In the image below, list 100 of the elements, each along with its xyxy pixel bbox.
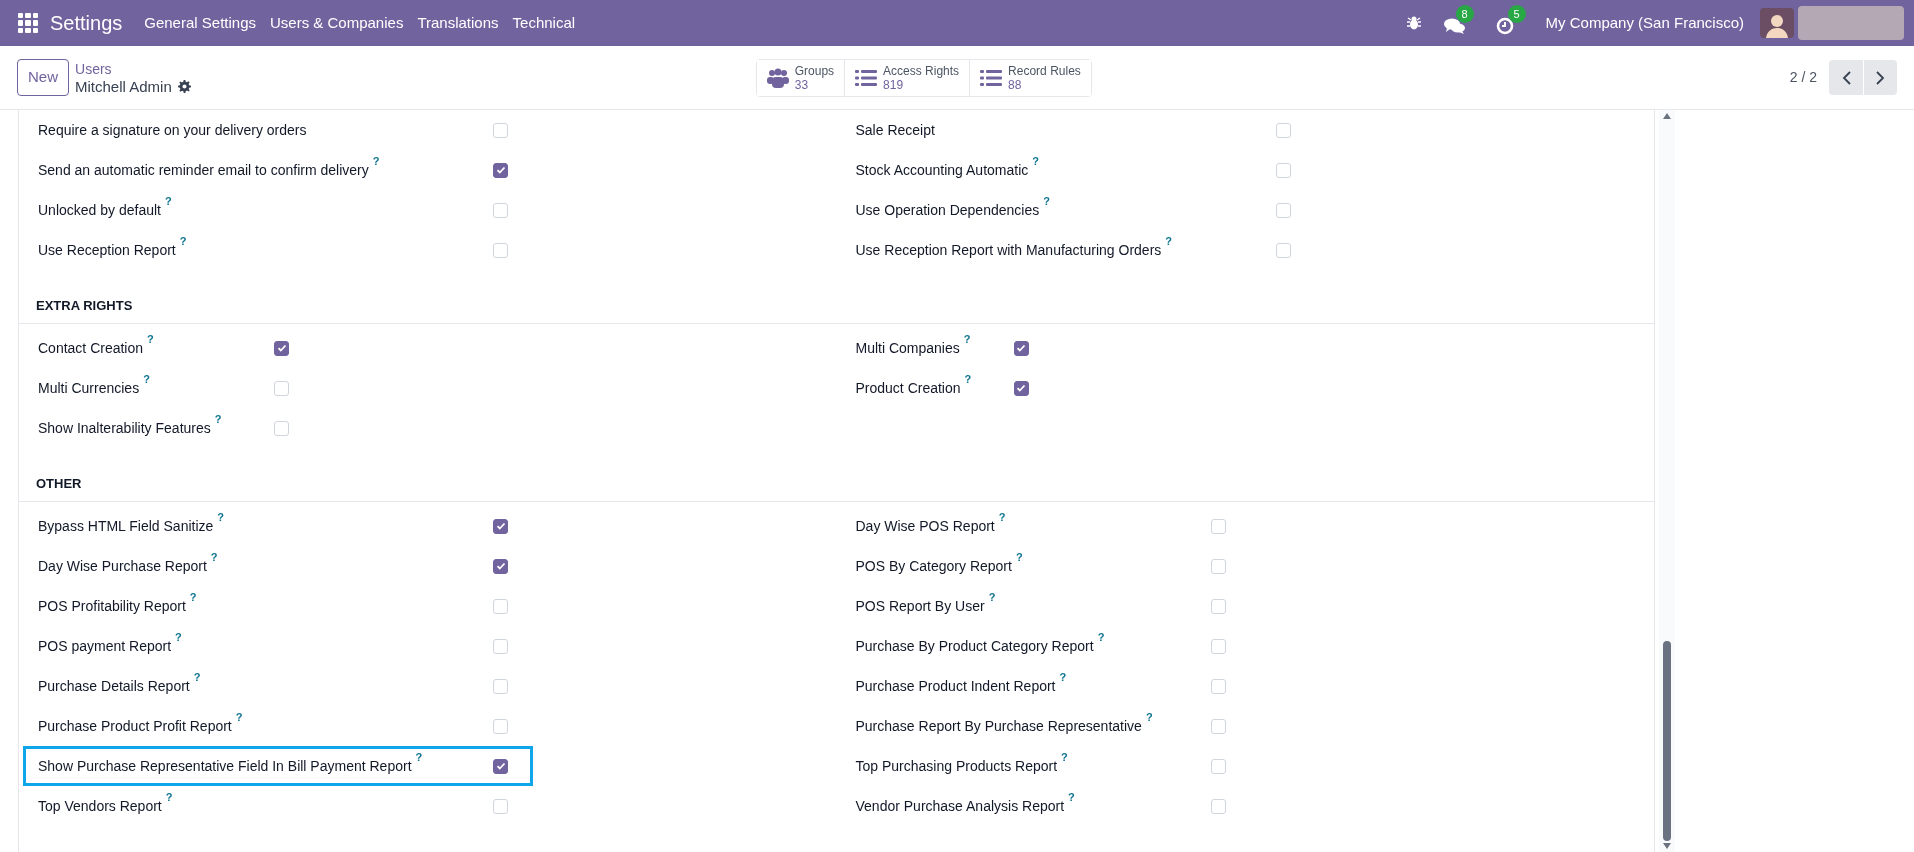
section-heading: OTHER	[19, 466, 1654, 502]
menu-item[interactable]: General Settings	[144, 11, 256, 35]
apps-menu-icon[interactable]	[18, 13, 38, 33]
field-label: Purchase Details Report	[38, 676, 190, 696]
field-label: Vendor Purchase Analysis Report	[855, 796, 1065, 816]
help-tooltip[interactable]: ?	[164, 194, 172, 208]
checkmark-icon	[495, 561, 506, 571]
help-tooltip[interactable]: ?	[1068, 790, 1075, 804]
menu-item[interactable]: Translations	[417, 11, 499, 35]
breadcrumb-link[interactable]: Users	[75, 59, 191, 78]
field-label: Multi Companies	[855, 338, 960, 358]
new-button[interactable]: New	[17, 59, 69, 96]
checkmark-icon	[495, 761, 506, 771]
next-button[interactable]	[1863, 60, 1897, 95]
field-label: POS Report By User	[855, 596, 985, 616]
previous-button[interactable]	[1829, 60, 1863, 95]
help-tooltip[interactable]: ?	[193, 670, 201, 684]
field-label: Send an automatic reminder email to confirm delivery	[38, 160, 369, 180]
help-tooltip[interactable]: ?	[1145, 710, 1153, 724]
checkbox[interactable]	[1013, 340, 1029, 356]
field-label: Contact Creation	[38, 338, 144, 358]
counter-badge: 8	[1455, 5, 1474, 23]
field-label: Purchase Product Indent Report	[855, 676, 1056, 696]
help-tooltip[interactable]: ?	[963, 332, 971, 346]
settings-icon[interactable]	[177, 80, 191, 93]
field-label: Purchase Product Profit Report	[38, 716, 232, 736]
help-tooltip[interactable]: ?	[415, 750, 423, 764]
avatar[interactable]	[1760, 8, 1794, 38]
field-label: Require a signature on your delivery orders	[38, 120, 307, 140]
pager-value: 2 / 2	[1789, 68, 1817, 87]
field-label: Top Purchasing Products Report	[855, 756, 1058, 776]
field-label: Purchase By Product Category Report	[855, 636, 1094, 656]
help-tooltip[interactable]: ?	[189, 590, 197, 604]
field-label: Use Reception Report	[38, 240, 176, 260]
field-label: Show Inalterability Features	[38, 418, 211, 438]
field-label: Unlocked by default	[38, 200, 161, 220]
help-tooltip[interactable]: ?	[217, 510, 225, 524]
help-tooltip[interactable]: ?	[210, 550, 218, 564]
menu-item[interactable]: Users & Companies	[270, 11, 404, 35]
help-tooltip[interactable]: ?	[175, 630, 182, 644]
bug-icon[interactable]	[1405, 15, 1422, 31]
help-tooltip[interactable]: ?	[179, 234, 187, 248]
help-tooltip[interactable]: ?	[214, 412, 222, 426]
stat-button[interactable]: Record Rules 88	[969, 59, 1091, 96]
checkbox[interactable]	[493, 162, 508, 178]
field-label: Day Wise POS Report	[855, 516, 995, 536]
help-tooltip[interactable]: ?	[1165, 234, 1173, 248]
field-label: POS By Category Report	[855, 556, 1012, 576]
checkmark-icon	[1016, 343, 1026, 353]
field-label: Use Reception Report with Manufacturing Orders	[855, 240, 1162, 260]
checkbox[interactable]	[493, 758, 508, 774]
chevron-right-icon	[1876, 70, 1885, 85]
clock-icon[interactable]	[1495, 17, 1514, 35]
checkmark-icon	[276, 343, 287, 353]
list-icon	[855, 68, 878, 87]
field-label: Product Creation	[855, 378, 961, 398]
checkbox[interactable]	[493, 518, 508, 534]
scroll-down-icon[interactable]	[1663, 843, 1671, 849]
field-label: Sale Receipt	[855, 120, 935, 140]
users-icon	[766, 67, 789, 88]
field-label: Bypass HTML Field Sanitize	[38, 516, 214, 536]
help-tooltip[interactable]: ?	[1032, 154, 1039, 168]
help-tooltip[interactable]: ?	[1015, 550, 1023, 564]
help-tooltip[interactable]: ?	[998, 510, 1006, 524]
field-label: Day Wise Purchase Report	[38, 556, 207, 576]
checkbox[interactable]	[274, 340, 289, 356]
counter-badge: 5	[1507, 5, 1526, 23]
help-tooltip[interactable]: ?	[372, 154, 380, 168]
help-tooltip[interactable]: ?	[1061, 750, 1068, 764]
scrollbar[interactable]	[1659, 110, 1675, 852]
field-label: POS Profitability Report	[38, 596, 186, 616]
help-tooltip[interactable]: ?	[143, 372, 150, 386]
help-tooltip[interactable]: ?	[235, 710, 243, 724]
checkmark-icon	[495, 521, 506, 531]
help-tooltip[interactable]: ?	[1059, 670, 1067, 684]
field-label: Top Vendors Report	[38, 796, 162, 816]
list-icon	[980, 68, 1003, 87]
help-tooltip[interactable]: ?	[147, 332, 154, 346]
field-label: POS payment Report	[38, 636, 172, 656]
scrollbar-thumb[interactable]	[1663, 641, 1671, 841]
chevron-left-icon	[1841, 70, 1851, 85]
help-tooltip[interactable]: ?	[988, 590, 996, 604]
company-name[interactable]: My Company (San Francisco)	[1545, 11, 1744, 35]
record-name: Mitchell Admin	[75, 77, 172, 96]
help-tooltip[interactable]: ?	[1097, 630, 1105, 644]
scroll-up-icon[interactable]	[1663, 113, 1671, 119]
checkmark-icon	[1016, 383, 1026, 393]
chat-bubbles-icon[interactable]	[1443, 17, 1466, 35]
field-label: Purchase Report By Purchase Representative	[855, 716, 1142, 736]
field-label: Stock Accounting Automatic	[855, 160, 1029, 180]
help-tooltip[interactable]: ?	[1043, 194, 1050, 208]
checkbox[interactable]	[493, 558, 508, 574]
checkmark-icon	[495, 165, 506, 175]
menu-item[interactable]: Technical	[512, 11, 576, 35]
help-tooltip[interactable]: ?	[165, 790, 173, 804]
checkbox[interactable]	[1013, 380, 1029, 396]
help-tooltip[interactable]: ?	[964, 372, 972, 386]
app-title[interactable]: Settings	[50, 8, 123, 38]
field-label: Multi Currencies	[38, 378, 140, 398]
section-heading: EXTRA RIGHTS	[19, 288, 1654, 324]
